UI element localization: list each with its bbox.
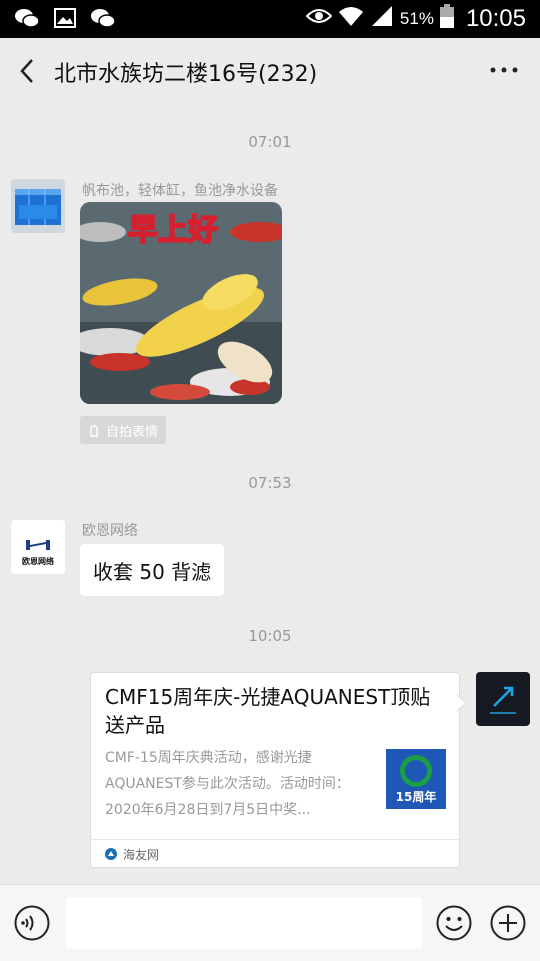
wechat-notification-icon: [14, 6, 40, 30]
sticker-tag-label: 自拍表情: [106, 424, 159, 440]
card-source: 海友网: [123, 848, 160, 862]
image-notification-icon: [52, 6, 78, 30]
avatar[interactable]: 欧恩网络: [11, 520, 65, 574]
back-icon[interactable]: [14, 56, 42, 86]
hand-icon: [90, 425, 98, 437]
message-timestamp: 07:01: [248, 133, 292, 151]
chat-header: 北市水族坊二楼16号(232): [0, 38, 540, 104]
card-title: CMF15周年庆-光捷AQUANEST顶贴送产品: [105, 685, 431, 737]
message-timestamp: 07:53: [248, 474, 292, 492]
wifi-icon: [338, 5, 364, 32]
sticker-caption: 早上好: [128, 213, 218, 248]
link-card[interactable]: CMF15周年庆-光捷AQUANEST顶贴送产品 CMF-15周年庆典活动，感谢…: [90, 672, 460, 868]
battery-icon: [439, 4, 454, 33]
message-timestamp: 10:05: [248, 627, 292, 645]
clock: 10:05: [465, 4, 526, 32]
card-thumbnail: 15周年: [386, 749, 446, 809]
voice-input-icon[interactable]: [14, 905, 50, 941]
chat-messages[interactable]: 07:01 帆布池，轻体缸，鱼池净水设备 早上好 自拍表情 07:53 欧恩网络…: [0, 104, 540, 884]
card-source-bar: 海友网: [91, 839, 459, 868]
card-description: CMF-15周年庆典活动，感谢光捷AQUANEST参与此次活动。活动时间：202…: [105, 750, 350, 818]
sender-name: 帆布池，轻体缸，鱼池净水设备: [82, 183, 278, 199]
text-message-bubble[interactable]: 收套 50 背滤: [80, 544, 225, 596]
sticker-image[interactable]: 早上好: [80, 202, 282, 404]
eye-icon: [305, 7, 333, 30]
emoji-icon[interactable]: [436, 905, 472, 941]
message-text: 收套 50 背滤: [93, 559, 212, 584]
avatar[interactable]: [11, 179, 65, 233]
chat-title: 北市水族坊二楼16号(232): [54, 62, 318, 87]
card-tail: [457, 694, 467, 712]
message-input[interactable]: [66, 897, 422, 949]
input-bar: [0, 884, 540, 961]
sticker-tag-button[interactable]: 自拍表情: [80, 416, 167, 444]
avatar-label: 欧恩网络: [22, 556, 54, 566]
signal-icon: [370, 5, 394, 32]
source-logo-icon: [105, 848, 117, 860]
wechat-notification-icon-2: [90, 6, 116, 30]
more-functions-icon[interactable]: [490, 905, 526, 941]
thumbnail-text: 15周年: [396, 789, 437, 804]
more-options-icon[interactable]: [488, 60, 520, 80]
battery-percentage: 51%: [399, 8, 434, 28]
sender-name: 欧恩网络: [82, 523, 138, 539]
status-bar: 51% 10:05: [0, 0, 540, 38]
my-avatar[interactable]: [476, 672, 530, 726]
